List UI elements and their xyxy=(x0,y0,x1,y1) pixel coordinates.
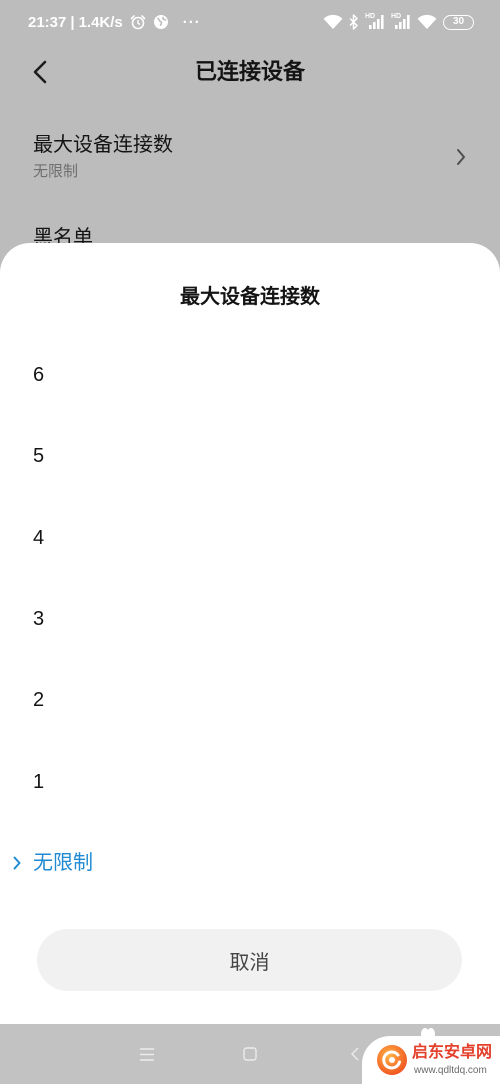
option-1[interactable]: 1 xyxy=(0,742,500,822)
network-speed: 1.4K/s xyxy=(78,13,123,31)
option-label: 6 xyxy=(33,364,45,386)
option-label: 1 xyxy=(33,771,45,793)
battery-level: 30 xyxy=(452,16,465,27)
wifi-icon-2 xyxy=(417,14,437,30)
cancel-button[interactable]: 取消 xyxy=(37,929,462,991)
option-label: 2 xyxy=(33,689,45,711)
option-label: 3 xyxy=(33,608,45,630)
max-connections-row[interactable]: 最大设备连接数 无限制 xyxy=(0,120,500,196)
menu-button[interactable] xyxy=(131,1038,163,1070)
option-6[interactable]: 6 xyxy=(0,335,500,415)
menu-icon xyxy=(140,1047,154,1061)
chevron-right-icon xyxy=(456,148,466,166)
option-3[interactable]: 3 xyxy=(0,579,500,659)
globe-icon xyxy=(153,14,169,30)
watermark-leaf-icon xyxy=(420,1026,436,1040)
wifi-icon xyxy=(323,14,343,30)
bluetooth-icon xyxy=(349,14,359,30)
watermark-name: 启东安卓网 xyxy=(412,1044,493,1061)
option-label: 5 xyxy=(33,445,45,467)
status-left: 21:37 | 1.4K/s ··· xyxy=(28,11,201,33)
option-5[interactable]: 5 xyxy=(0,416,500,496)
option-label: 无限制 xyxy=(33,852,93,874)
watermark-logo-icon xyxy=(376,1044,408,1076)
status-divider: | xyxy=(70,13,75,31)
max-connections-label: 最大设备连接数 xyxy=(33,134,173,156)
sheet-title: 最大设备连接数 xyxy=(180,286,320,308)
option-2[interactable]: 2 xyxy=(0,660,500,740)
option-label: 4 xyxy=(33,527,45,549)
clock-time: 21:37 xyxy=(28,13,67,31)
page-title: 已连接设备 xyxy=(194,59,305,84)
alarm-icon xyxy=(130,14,146,30)
home-button[interactable] xyxy=(234,1038,266,1070)
watermark: 启东安卓网 www.qdltdq.com xyxy=(362,1026,500,1084)
battery-icon: 30 xyxy=(443,14,474,30)
max-connections-value: 无限制 xyxy=(33,163,79,180)
signal-icon-2: HD xyxy=(391,13,411,30)
signal-hd-label: HD xyxy=(365,13,376,20)
home-square-icon xyxy=(243,1047,257,1061)
max-connections-sheet: 最大设备连接数 6 5 4 3 2 1 无限制 取消 xyxy=(0,243,500,1024)
watermark-url: www.qdltdq.com xyxy=(414,1065,487,1076)
chevron-right-icon xyxy=(13,856,21,870)
more-notifications-icon: ··· xyxy=(182,13,201,31)
option-4[interactable]: 4 xyxy=(0,498,500,578)
option-unlimited[interactable]: 无限制 xyxy=(0,823,500,903)
back-icon xyxy=(351,1047,359,1061)
status-right: HD HD 30 xyxy=(323,12,474,32)
signal-hd-label-2: HD xyxy=(391,13,402,20)
signal-icon: HD xyxy=(365,13,385,30)
status-bar: 21:37 | 1.4K/s ··· HD HD 30 xyxy=(0,0,500,44)
